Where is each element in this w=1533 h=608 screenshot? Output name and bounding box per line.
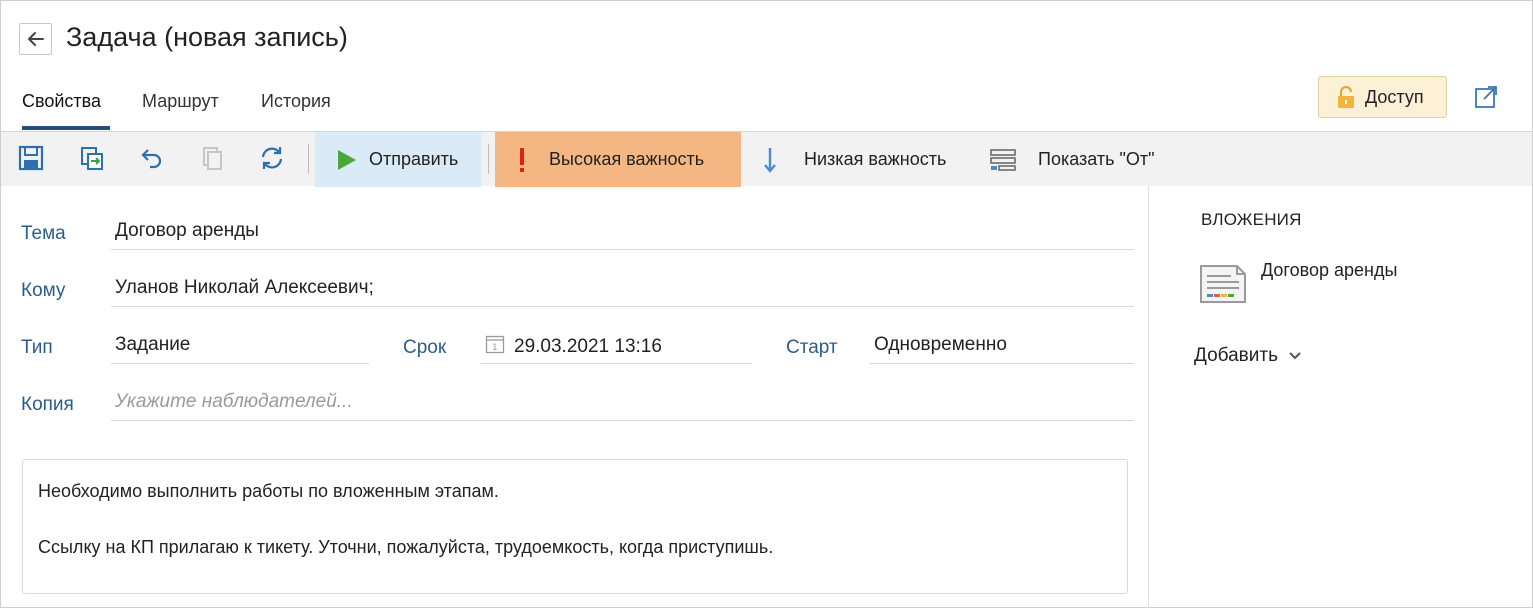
copy-icon	[203, 147, 222, 170]
access-button[interactable]: Доступ	[1318, 76, 1447, 118]
attachment-item[interactable]: Договор аренды	[1199, 260, 1397, 304]
toolbar-divider	[488, 144, 489, 174]
add-attachment-label: Добавить	[1194, 345, 1278, 366]
document-icon	[1200, 265, 1246, 303]
play-icon	[338, 149, 356, 170]
add-attachment-button[interactable]: Добавить	[1194, 345, 1302, 367]
description-paragraph: Необходимо выполнить работы по вложенным…	[38, 481, 499, 501]
start-label: Старт	[786, 337, 838, 358]
save-icon[interactable]	[17, 144, 45, 172]
low-importance-button[interactable]: Низкая важность	[758, 132, 946, 187]
save-and-close-icon[interactable]	[78, 144, 106, 172]
description-paragraph: Ссылку на КП прилагаю к тикету. Уточни, …	[38, 537, 774, 557]
arrow-left-icon	[27, 32, 44, 46]
show-from-icon	[990, 148, 1016, 171]
toolbar-divider	[308, 144, 309, 174]
to-label: Кому	[21, 280, 66, 301]
type-label: Тип	[21, 337, 53, 358]
open-in-new-window-icon[interactable]	[1474, 85, 1500, 109]
task-description[interactable]: Необходимо выполнить работы по вложенным…	[22, 459, 1128, 594]
tab-history[interactable]: История	[261, 91, 331, 112]
exclamation-icon	[520, 147, 524, 172]
attachment-name: Договор аренды	[1261, 260, 1398, 280]
svg-text:1: 1	[492, 343, 498, 353]
back-button[interactable]	[19, 23, 52, 55]
send-button-label: Отправить	[369, 149, 459, 169]
show-from-label: Показать "От"	[1038, 149, 1155, 169]
copy-label: Копия	[21, 394, 74, 415]
page-title: Задача (новая запись)	[66, 22, 348, 52]
deadline-value: 29.03.2021 13:16	[514, 336, 662, 357]
refresh-icon[interactable]	[258, 144, 286, 172]
type-field[interactable]: Задание	[111, 334, 369, 364]
access-button-label: Доступ	[1365, 86, 1424, 107]
subject-label: Тема	[21, 223, 66, 244]
show-from-button[interactable]: Показать "От"	[989, 132, 1155, 187]
low-importance-label: Низкая важность	[804, 149, 947, 169]
undo-icon[interactable]	[137, 144, 165, 172]
chevron-down-icon	[1289, 352, 1301, 360]
tab-route[interactable]: Маршрут	[142, 91, 219, 112]
calendar-icon[interactable]: 1	[485, 334, 505, 354]
deadline-label: Срок	[403, 337, 447, 358]
to-field[interactable]: Уланов Николай Алексеевич;	[111, 277, 1134, 307]
tab-properties[interactable]: Свойства	[22, 91, 101, 112]
start-field[interactable]: Одновременно	[870, 334, 1134, 364]
deadline-field[interactable]: 1 29.03.2021 13:16	[481, 334, 752, 364]
lock-icon	[1338, 85, 1354, 108]
attachments-title: ВЛОЖЕНИЯ	[1201, 210, 1302, 229]
high-importance-button[interactable]: Высокая важность	[495, 132, 741, 187]
high-importance-label: Высокая важность	[549, 149, 705, 169]
subject-field[interactable]: Договор аренды	[111, 220, 1134, 250]
arrow-down-icon	[764, 147, 776, 173]
toolbar: Отправить Высокая важность Низкая важнос…	[1, 131, 1532, 187]
active-tab-indicator	[22, 126, 110, 130]
panel-divider	[1148, 186, 1149, 608]
copy-field[interactable]: Укажите наблюдателей...	[111, 391, 1134, 421]
send-button[interactable]: Отправить	[315, 132, 481, 187]
